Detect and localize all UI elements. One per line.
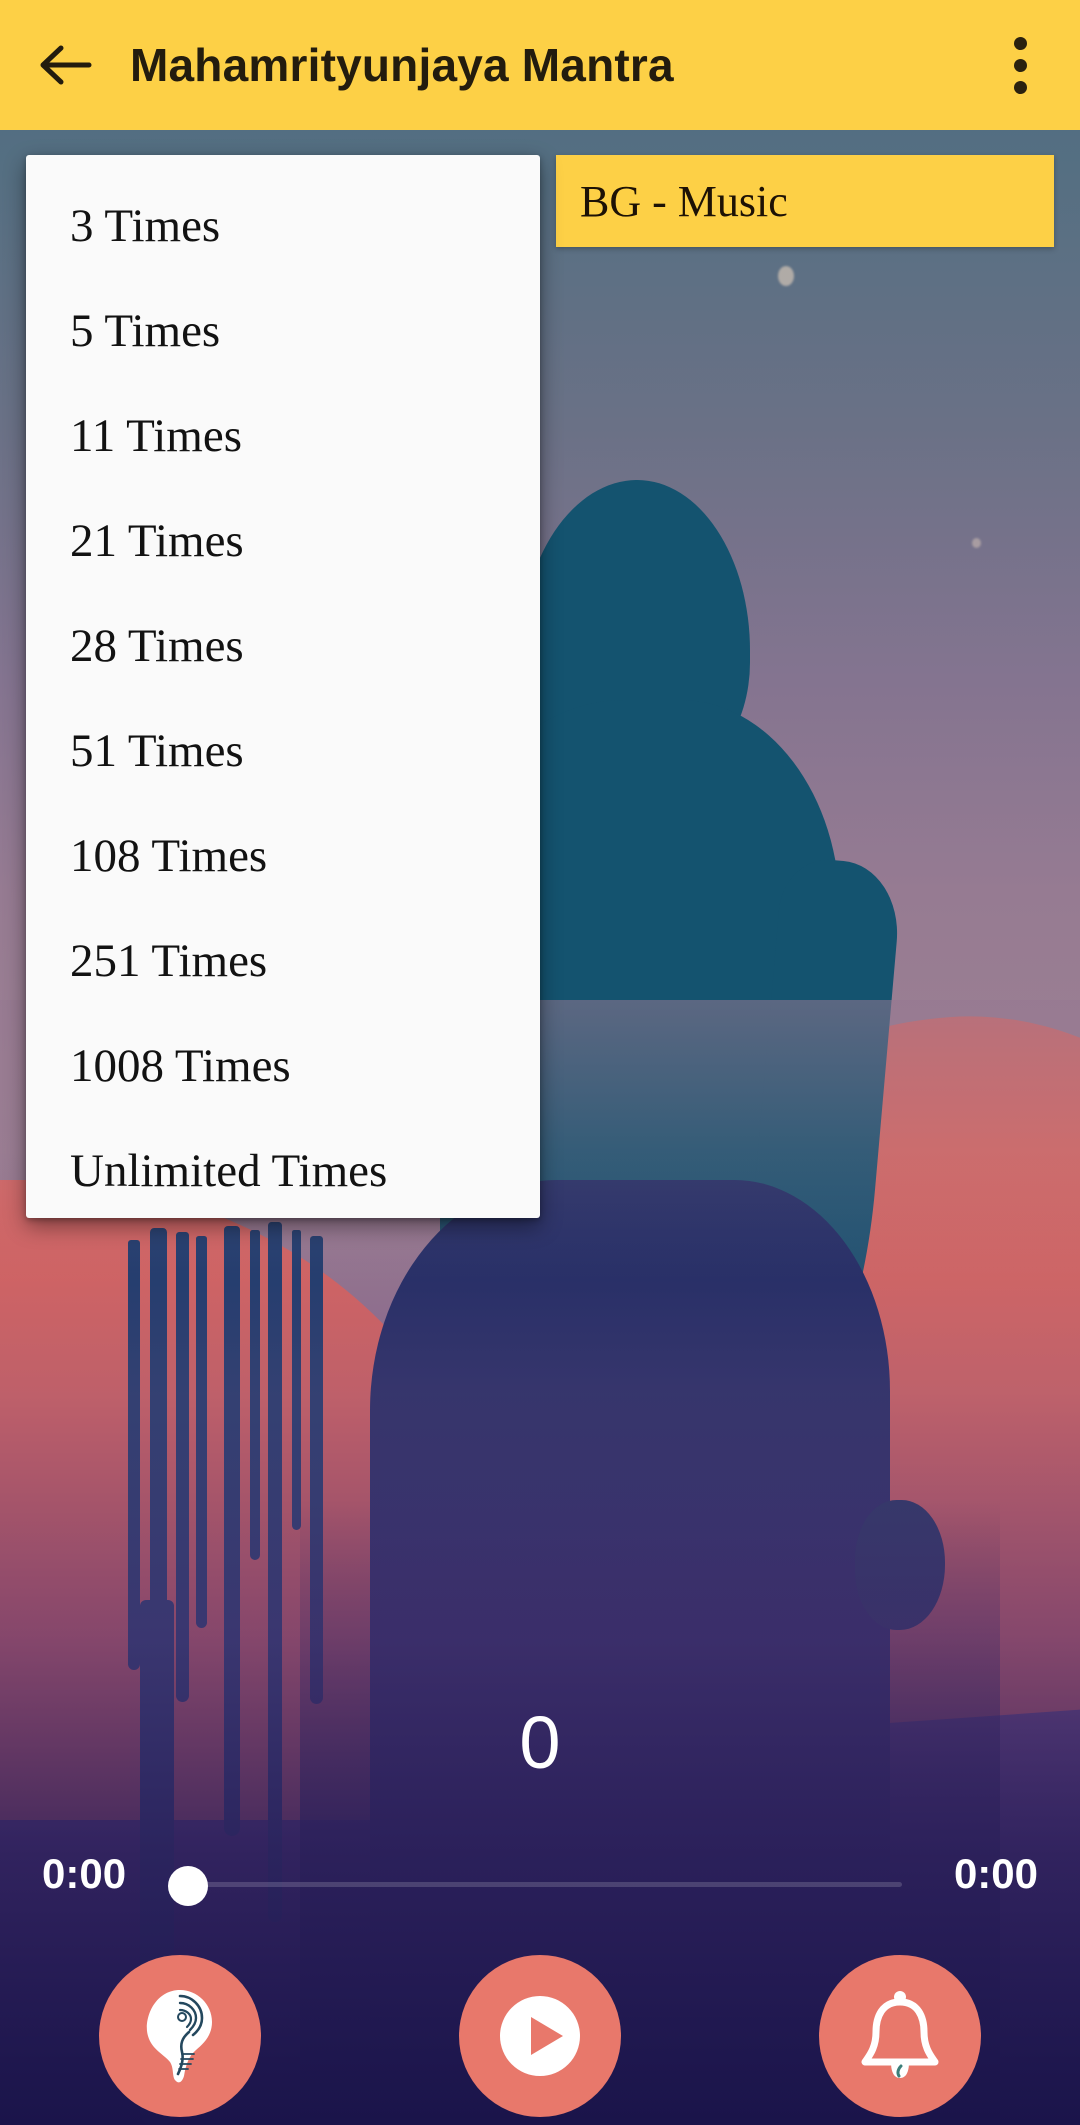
play-icon bbox=[488, 1984, 592, 2088]
menu-item-251-times[interactable]: 251 Times bbox=[26, 908, 540, 1013]
menu-item-5-times[interactable]: 5 Times bbox=[26, 278, 540, 383]
player-controls bbox=[0, 1955, 1080, 2125]
conch-icon bbox=[134, 1984, 226, 2088]
bg-music-label: BG - Music bbox=[580, 176, 788, 226]
back-button[interactable] bbox=[0, 0, 130, 130]
bell-icon bbox=[851, 1984, 949, 2088]
more-vertical-icon-dot bbox=[1013, 36, 1027, 50]
bokeh-dot bbox=[778, 266, 794, 286]
menu-item-3-times[interactable]: 3 Times bbox=[26, 173, 540, 278]
seek-slider-track[interactable] bbox=[178, 1882, 902, 1887]
seek-bar-row: 0:00 0:00 bbox=[0, 1840, 1080, 1920]
conch-button[interactable] bbox=[99, 1955, 261, 2117]
page-title: Mahamrityunjaya Mantra bbox=[130, 39, 674, 91]
bokeh-dot bbox=[972, 538, 981, 548]
repeat-count-dropdown-menu[interactable]: 3 Times 5 Times 11 Times 21 Times 28 Tim… bbox=[26, 155, 540, 1218]
menu-item-28-times[interactable]: 28 Times bbox=[26, 593, 540, 698]
arrow-left-icon bbox=[37, 42, 93, 88]
menu-item-unlimited-times[interactable]: Unlimited Times bbox=[26, 1118, 540, 1218]
seek-slider-thumb[interactable] bbox=[168, 1866, 208, 1906]
menu-item-11-times[interactable]: 11 Times bbox=[26, 383, 540, 488]
overflow-menu-button[interactable] bbox=[960, 0, 1080, 130]
chant-counter: 0 bbox=[519, 1701, 561, 1784]
current-time-label: 0:00 bbox=[42, 1850, 127, 1897]
play-button[interactable] bbox=[459, 1955, 621, 2117]
menu-item-51-times[interactable]: 51 Times bbox=[26, 698, 540, 803]
app-bar: Mahamrityunjaya Mantra bbox=[0, 0, 1080, 130]
more-vertical-icon-dot bbox=[1013, 80, 1027, 94]
bell-button[interactable] bbox=[819, 1955, 981, 2117]
menu-item-1008-times[interactable]: 1008 Times bbox=[26, 1013, 540, 1118]
more-vertical-icon-dot bbox=[1013, 58, 1027, 72]
bg-music-button[interactable]: BG - Music bbox=[556, 155, 1054, 247]
total-time-label: 0:00 bbox=[953, 1850, 1038, 1897]
menu-item-108-times[interactable]: 108 Times bbox=[26, 803, 540, 908]
app-screen: Mahamrityunjaya Mantra BG - Music 3 Time… bbox=[0, 0, 1080, 2125]
menu-item-21-times[interactable]: 21 Times bbox=[26, 488, 540, 593]
